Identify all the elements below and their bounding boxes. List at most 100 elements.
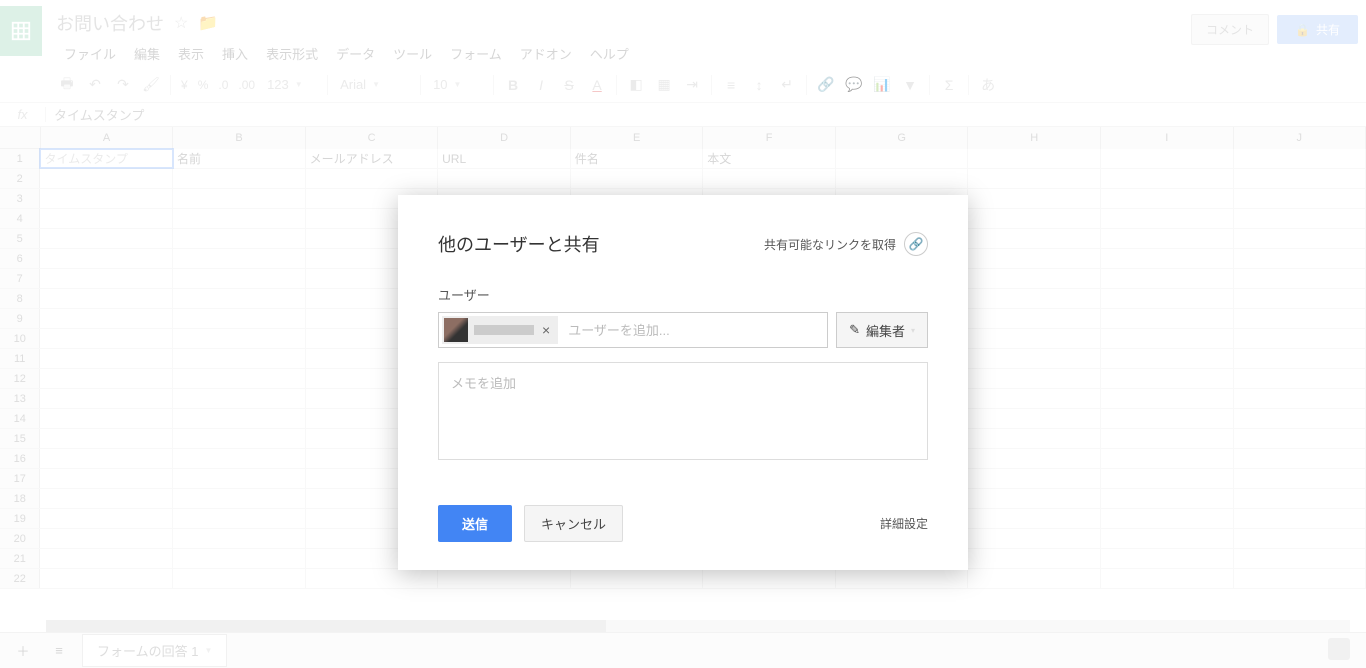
cell[interactable] [968, 209, 1101, 228]
cell[interactable] [1234, 229, 1366, 248]
cell[interactable] [173, 569, 306, 588]
cell[interactable] [571, 169, 704, 188]
col-header-F[interactable]: F [703, 127, 836, 149]
cell[interactable] [1101, 249, 1234, 268]
comment-button[interactable]: コメント [1191, 14, 1269, 45]
cell[interactable] [1234, 489, 1366, 508]
input-method-icon[interactable]: あ [975, 72, 1001, 98]
cell[interactable] [1101, 469, 1234, 488]
cell[interactable] [40, 169, 173, 188]
bold-icon[interactable]: B [500, 72, 526, 98]
cell[interactable] [968, 249, 1101, 268]
cell[interactable] [40, 469, 173, 488]
cell[interactable] [1101, 269, 1234, 288]
cell[interactable] [40, 529, 173, 548]
cell[interactable] [1101, 289, 1234, 308]
cell[interactable] [836, 149, 969, 168]
col-header-E[interactable]: E [571, 127, 704, 149]
cell[interactable] [40, 229, 173, 248]
cell[interactable] [173, 449, 306, 468]
cell[interactable] [1101, 549, 1234, 568]
col-header-D[interactable]: D [438, 127, 571, 149]
menu-edit[interactable]: 編集 [126, 40, 168, 67]
col-header-J[interactable]: J [1234, 127, 1366, 149]
cell[interactable] [1101, 449, 1234, 468]
add-sheet-button[interactable]: ＋ [10, 638, 36, 664]
cell[interactable] [40, 189, 173, 208]
cell[interactable] [571, 569, 704, 588]
col-header-A[interactable]: A [41, 127, 174, 149]
cell[interactable] [1101, 349, 1234, 368]
cell[interactable] [1234, 209, 1366, 228]
share-button[interactable]: 🔒 共有 [1277, 15, 1358, 44]
fx-icon[interactable]: fx [0, 107, 46, 122]
cell[interactable] [1101, 149, 1234, 168]
cell[interactable] [968, 329, 1101, 348]
row-header[interactable]: 5 [0, 229, 40, 248]
cell[interactable] [40, 209, 173, 228]
cell[interactable] [968, 189, 1101, 208]
cell[interactable] [1101, 489, 1234, 508]
cell[interactable] [1234, 469, 1366, 488]
currency-button[interactable]: ¥ [177, 78, 192, 92]
row-header[interactable]: 10 [0, 329, 40, 348]
menu-form[interactable]: フォーム [442, 40, 510, 67]
undo-icon[interactable]: ↶ [82, 72, 108, 98]
cell[interactable] [968, 429, 1101, 448]
chart-icon[interactable]: 📊 [869, 72, 895, 98]
link-icon[interactable]: 🔗 [813, 72, 839, 98]
filter-icon[interactable]: ▼ [897, 72, 923, 98]
cell[interactable] [1101, 389, 1234, 408]
cell[interactable]: タイムスタンプ [40, 149, 173, 168]
cell[interactable]: 本文 [703, 149, 836, 168]
cell[interactable] [173, 369, 306, 388]
cell[interactable] [173, 169, 306, 188]
row-header[interactable]: 9 [0, 309, 40, 328]
cell[interactable] [40, 509, 173, 528]
row-header[interactable]: 18 [0, 489, 40, 508]
cell[interactable]: 件名 [571, 149, 704, 168]
menu-format[interactable]: 表示形式 [258, 40, 326, 67]
cell[interactable] [968, 449, 1101, 468]
cell[interactable] [1234, 349, 1366, 368]
cell[interactable] [173, 329, 306, 348]
cell[interactable] [1101, 229, 1234, 248]
chip-remove-icon[interactable]: × [540, 322, 552, 338]
cell[interactable] [173, 229, 306, 248]
row-header[interactable]: 22 [0, 569, 40, 588]
wrap-icon[interactable]: ↵ [774, 72, 800, 98]
sheet-tab[interactable]: フォームの回答 1 ▼ [82, 634, 227, 667]
cell[interactable] [40, 409, 173, 428]
align-icon[interactable]: ≡ [718, 72, 744, 98]
cell[interactable] [968, 549, 1101, 568]
cell[interactable] [703, 169, 836, 188]
sheets-logo[interactable] [0, 6, 42, 56]
cell[interactable] [836, 569, 969, 588]
row-header[interactable]: 1 [0, 149, 40, 168]
cell[interactable] [40, 429, 173, 448]
row-header[interactable]: 6 [0, 249, 40, 268]
cell[interactable] [1101, 309, 1234, 328]
text-color-icon[interactable]: A [584, 72, 610, 98]
cell[interactable] [968, 229, 1101, 248]
fill-color-icon[interactable]: ◧ [623, 72, 649, 98]
cell[interactable] [968, 469, 1101, 488]
cell[interactable] [968, 569, 1101, 588]
cell[interactable] [173, 309, 306, 328]
cell[interactable]: 名前 [173, 149, 306, 168]
cell[interactable] [1234, 429, 1366, 448]
cell[interactable] [173, 469, 306, 488]
cell[interactable] [968, 169, 1101, 188]
paint-format-icon[interactable]: 🖌 [138, 72, 164, 98]
cell[interactable] [40, 389, 173, 408]
cell[interactable] [40, 309, 173, 328]
cell[interactable] [1101, 189, 1234, 208]
cell[interactable] [1234, 449, 1366, 468]
cancel-button[interactable]: キャンセル [524, 505, 623, 542]
col-header-I[interactable]: I [1101, 127, 1234, 149]
cell[interactable] [1234, 189, 1366, 208]
cell[interactable] [1101, 569, 1234, 588]
cell[interactable] [173, 249, 306, 268]
cell[interactable] [968, 409, 1101, 428]
cell[interactable] [40, 489, 173, 508]
